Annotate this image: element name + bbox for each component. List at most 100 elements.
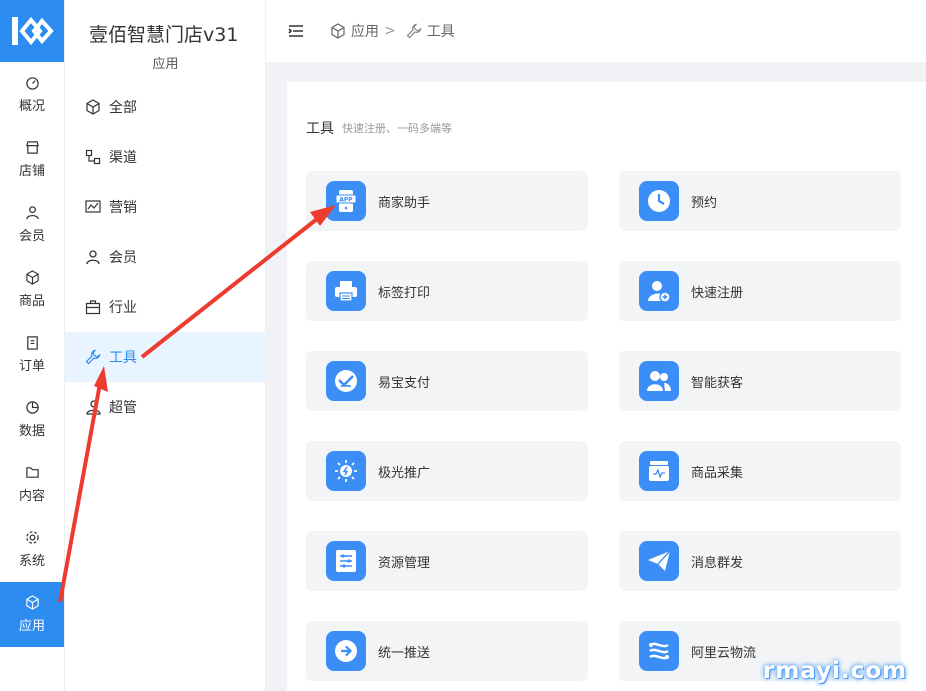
chart-icon [85, 200, 101, 213]
tool-card-mass-message[interactable]: 消息群发 [619, 531, 901, 591]
menu-toggle-icon[interactable] [288, 23, 304, 39]
subnav-item-industry[interactable]: 行业 [65, 282, 266, 332]
send-icon [639, 541, 679, 581]
resource-icon [326, 541, 366, 581]
gear-icon [25, 531, 39, 544]
briefcase-icon [85, 300, 101, 315]
watermark: rmayi.com [763, 658, 908, 684]
subnav-item-tools[interactable]: 工具 [65, 332, 266, 382]
tool-card-resource-management[interactable]: 资源管理 [306, 531, 588, 591]
rail-item-label: 会员 [18, 229, 45, 244]
tool-label: 标签打印 [378, 285, 431, 301]
tool-card-product-collect[interactable]: 商品采集 [619, 441, 901, 501]
rail-item-goods[interactable]: 商品 [0, 257, 64, 322]
subnav-item-member[interactable]: 会员 [65, 232, 266, 282]
tool-card-yeepay[interactable]: 易宝支付 [306, 351, 588, 411]
collect-icon [639, 451, 679, 491]
subnav-item-label: 工具 [109, 350, 137, 366]
wrench-icon [406, 23, 422, 39]
pie-icon [25, 401, 39, 414]
rail-item-system[interactable]: 系统 [0, 517, 64, 582]
logo-icon [12, 16, 54, 46]
rail-item-label: 店铺 [18, 164, 45, 179]
rail-item-content[interactable]: 内容 [0, 452, 64, 517]
tool-card-appointment[interactable]: 预约 [619, 171, 901, 231]
subnav-item-all[interactable]: 全部 [65, 82, 266, 132]
section-title: 工具 [306, 121, 334, 137]
tool-label: 快速注册 [691, 285, 744, 301]
tool-label: 消息群发 [691, 555, 744, 571]
tool-card-quick-register[interactable]: 快速注册 [619, 261, 901, 321]
svg-text:APP: APP [339, 197, 353, 204]
cube-icon [25, 270, 39, 285]
main-panel: 工具 快速注册、一码多端等 APP 商家助手 预约 标签打印 快速注册 易宝支付 [287, 82, 926, 691]
app-icon: APP [326, 181, 366, 221]
rail-item-label: 应用 [18, 619, 45, 634]
subnav-item-marketing[interactable]: 营销 [65, 182, 266, 232]
tool-label: 极光推广 [378, 465, 431, 481]
section-description: 快速注册、一码多端等 [342, 122, 452, 135]
rail-item-label: 内容 [18, 489, 45, 504]
folder-icon [25, 467, 39, 478]
cube-icon [25, 595, 39, 610]
tool-card-unified-push[interactable]: 统一推送 [306, 621, 588, 681]
rail-item-label: 概况 [18, 99, 45, 114]
push-icon [326, 631, 366, 671]
sub-navigation: 壹佰智慧门店v31 应用 全部 渠道 营销 会员 行业 工具 超管 [65, 0, 266, 691]
rail-item-label: 订单 [18, 359, 45, 374]
pay-icon [326, 361, 366, 401]
breadcrumb-separator: > [384, 23, 396, 39]
breadcrumb: 应用 > 工具 [330, 21, 455, 41]
dashboard-icon [25, 77, 39, 90]
admin-icon [86, 400, 101, 415]
tool-label: 智能获客 [691, 375, 744, 391]
tool-label: 易宝支付 [378, 375, 431, 391]
user-icon [25, 206, 39, 220]
user-icon [86, 250, 100, 265]
subnav-item-label: 全部 [109, 100, 137, 116]
tool-label: 资源管理 [378, 555, 431, 571]
clock-icon [639, 181, 679, 221]
subnav-item-label: 行业 [109, 300, 137, 316]
logistics-icon [639, 631, 679, 671]
rail-item-order[interactable]: 订单 [0, 322, 64, 387]
store-icon [25, 141, 39, 154]
rail-item-label: 系统 [18, 554, 45, 569]
rail-item-overview[interactable]: 概况 [0, 62, 64, 127]
tool-card-smart-acquisition[interactable]: 智能获客 [619, 351, 901, 411]
rail-item-member[interactable]: 会员 [0, 192, 64, 257]
subnav-item-channel[interactable]: 渠道 [65, 132, 266, 182]
rail-item-data[interactable]: 数据 [0, 387, 64, 452]
subnav-item-admin[interactable]: 超管 [65, 382, 266, 432]
subnav-item-label: 渠道 [109, 150, 137, 166]
channel-icon [85, 149, 101, 165]
tool-label: 预约 [691, 195, 718, 211]
store-name: 壹佰智慧门店v31 [89, 24, 239, 46]
top-header: 应用 > 工具 [266, 0, 926, 62]
tool-label: 商品采集 [691, 465, 744, 481]
app-logo[interactable] [0, 0, 64, 62]
breadcrumb-root[interactable]: 应用 [351, 21, 379, 41]
tool-card-label-print[interactable]: 标签打印 [306, 261, 588, 321]
cube-icon [86, 99, 100, 115]
tool-label: 阿里云物流 [691, 645, 757, 661]
rail-item-label: 商品 [18, 294, 45, 309]
icon-rail: 概况 店铺 会员 商品 订单 数据 内容 系统 应用 [0, 0, 65, 691]
subnav-caption: 应用 [152, 57, 179, 72]
clipboard-icon [26, 336, 38, 350]
rail-item-label: 数据 [18, 424, 45, 439]
rail-item-store[interactable]: 店铺 [0, 127, 64, 192]
wrench-icon [85, 349, 101, 365]
rail-item-apps[interactable]: 应用 [0, 582, 64, 647]
aurora-icon [326, 451, 366, 491]
subnav-item-label: 会员 [109, 250, 137, 266]
user-add-icon [639, 271, 679, 311]
cube-icon [331, 23, 345, 39]
breadcrumb-current: 工具 [426, 24, 455, 40]
tool-label: 统一推送 [378, 645, 431, 661]
tool-card-merchant-assistant[interactable]: APP 商家助手 [306, 171, 588, 231]
printer-icon [326, 271, 366, 311]
tool-card-aurora-promotion[interactable]: 极光推广 [306, 441, 588, 501]
tool-label: 商家助手 [378, 195, 431, 211]
subnav-item-label: 营销 [109, 200, 137, 216]
